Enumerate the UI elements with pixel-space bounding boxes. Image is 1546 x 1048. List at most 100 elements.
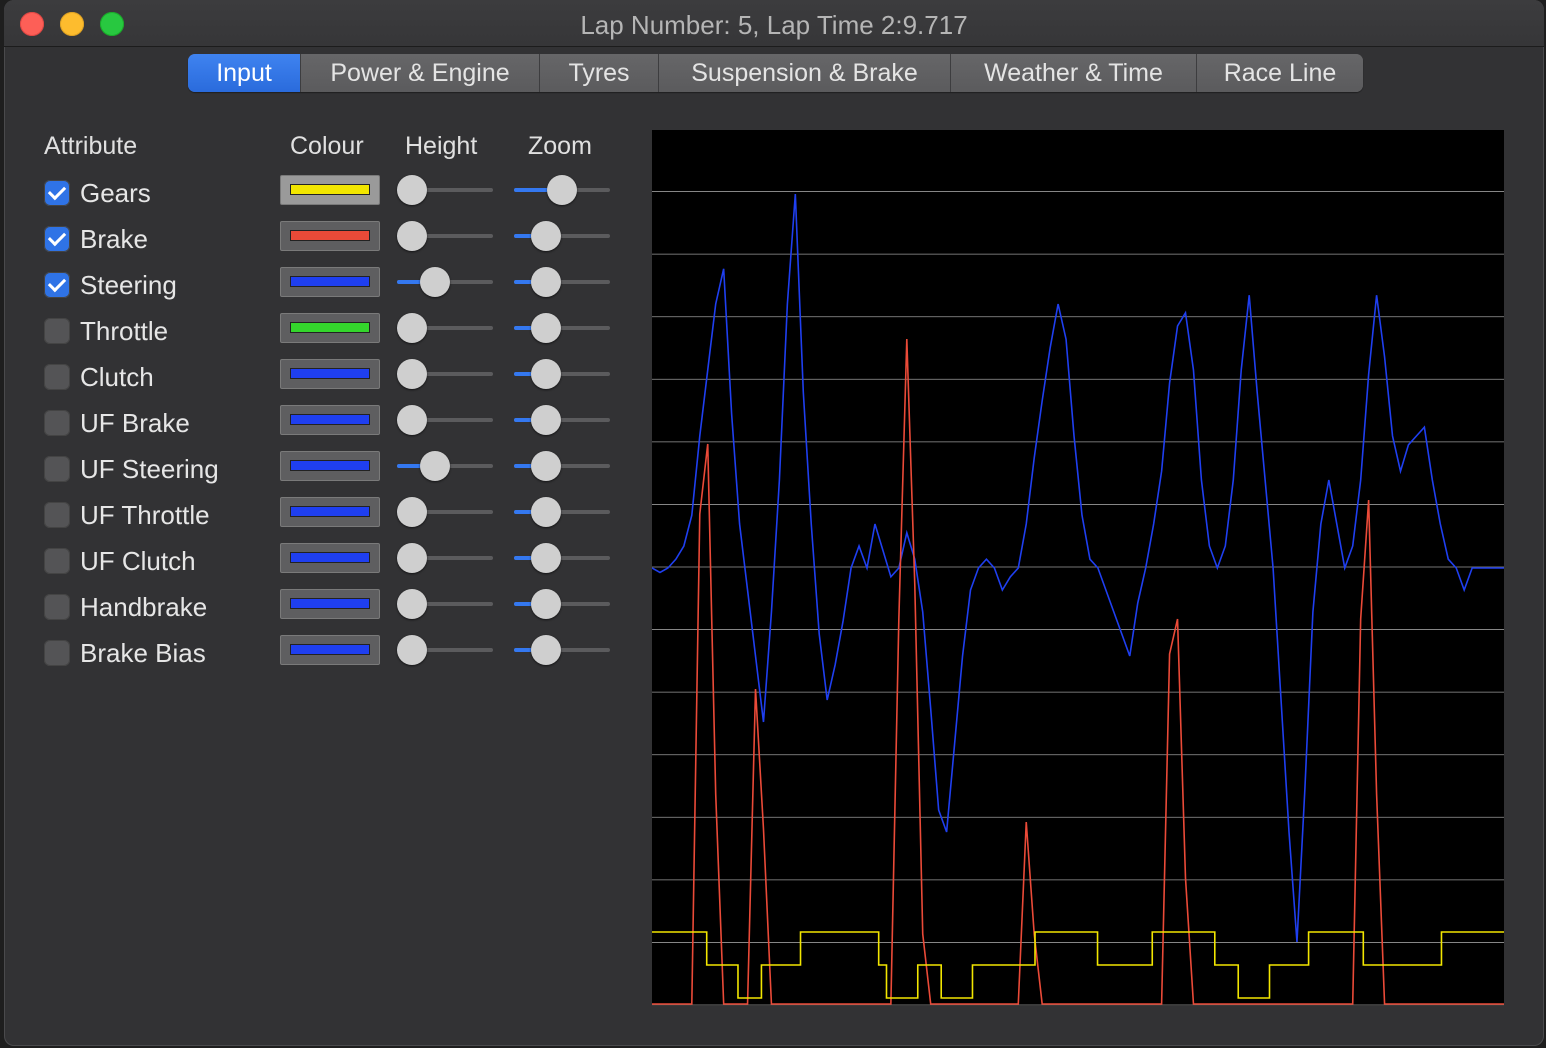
handbrake-checkbox[interactable] bbox=[44, 594, 70, 620]
handbrake-height-slider[interactable] bbox=[397, 588, 493, 619]
tab-bar: Input Power & Engine Tyres Suspension & Bra… bbox=[188, 54, 1363, 92]
brake-zoom-slider[interactable] bbox=[514, 220, 610, 251]
handbrake-colour-well[interactable] bbox=[280, 589, 380, 619]
steering-checkbox[interactable] bbox=[44, 272, 70, 298]
clutch-colour-well[interactable] bbox=[280, 359, 380, 389]
clutch-checkbox[interactable] bbox=[44, 364, 70, 390]
uf-throttle-label: UF Throttle bbox=[80, 500, 210, 530]
steering-zoom-slider[interactable] bbox=[514, 266, 610, 297]
gears-checkbox[interactable] bbox=[44, 180, 70, 206]
tab-tyres[interactable]: Tyres bbox=[540, 54, 659, 92]
attribute-row-brake-bias: Brake Bias bbox=[4, 635, 644, 688]
clutch-height-slider[interactable] bbox=[397, 358, 493, 389]
gears-colour-well[interactable] bbox=[280, 175, 380, 205]
slider-knob[interactable] bbox=[530, 313, 561, 343]
uf-steering-height-slider[interactable] bbox=[397, 450, 493, 481]
slider-knob[interactable] bbox=[530, 635, 561, 665]
uf-throttle-zoom-slider[interactable] bbox=[514, 496, 610, 527]
gears-zoom-slider[interactable] bbox=[514, 174, 610, 205]
throttle-colour-swatch bbox=[290, 322, 370, 333]
slider-knob[interactable] bbox=[547, 175, 577, 205]
slider-knob[interactable] bbox=[397, 175, 427, 205]
clutch-colour-swatch bbox=[290, 368, 370, 379]
uf-brake-checkbox[interactable] bbox=[44, 410, 70, 436]
brake-bias-colour-well[interactable] bbox=[280, 635, 380, 665]
slider-knob[interactable] bbox=[530, 267, 561, 297]
title-bar[interactable]: Lap Number: 5, Lap Time 2:9.717 bbox=[4, 0, 1544, 47]
slider-knob[interactable] bbox=[420, 451, 451, 481]
colour-header: Colour bbox=[290, 132, 364, 160]
slider-knob[interactable] bbox=[397, 497, 427, 527]
slider-knob[interactable] bbox=[397, 313, 427, 343]
brake-bias-zoom-slider[interactable] bbox=[514, 634, 610, 665]
slider-knob[interactable] bbox=[420, 267, 451, 297]
uf-clutch-checkbox[interactable] bbox=[44, 548, 70, 574]
handbrake-zoom-slider[interactable] bbox=[514, 588, 610, 619]
tab-weather-time[interactable]: Weather & Time bbox=[951, 54, 1197, 92]
slider-knob[interactable] bbox=[530, 589, 561, 619]
uf-throttle-height-slider[interactable] bbox=[397, 496, 493, 527]
uf-brake-height-slider[interactable] bbox=[397, 404, 493, 435]
slider-knob[interactable] bbox=[530, 221, 561, 251]
throttle-checkbox[interactable] bbox=[44, 318, 70, 344]
slider-knob[interactable] bbox=[397, 635, 427, 665]
slider-knob[interactable] bbox=[397, 405, 427, 435]
uf-throttle-checkbox[interactable] bbox=[44, 502, 70, 528]
handbrake-label: Handbrake bbox=[80, 592, 208, 622]
slider-knob[interactable] bbox=[397, 359, 427, 389]
uf-steering-colour-well[interactable] bbox=[280, 451, 380, 481]
slider-knob[interactable] bbox=[397, 589, 427, 619]
gears-height-slider[interactable] bbox=[397, 174, 493, 205]
throttle-colour-well[interactable] bbox=[280, 313, 380, 343]
uf-steering-zoom-slider[interactable] bbox=[514, 450, 610, 481]
uf-clutch-label: UF Clutch bbox=[80, 546, 196, 576]
gears-colour-swatch bbox=[290, 184, 370, 195]
slider-knob[interactable] bbox=[530, 405, 561, 435]
throttle-zoom-slider[interactable] bbox=[514, 312, 610, 343]
gears-trace bbox=[652, 931, 1504, 999]
uf-steering-checkbox[interactable] bbox=[44, 456, 70, 482]
slider-knob[interactable] bbox=[530, 359, 561, 389]
uf-clutch-height-slider[interactable] bbox=[397, 542, 493, 573]
slider-knob[interactable] bbox=[530, 497, 561, 527]
uf-brake-colour-well[interactable] bbox=[280, 405, 380, 435]
brake-colour-well[interactable] bbox=[280, 221, 380, 251]
tab-input[interactable]: Input bbox=[188, 54, 301, 92]
clutch-zoom-slider[interactable] bbox=[514, 358, 610, 389]
uf-clutch-zoom-slider[interactable] bbox=[514, 542, 610, 573]
app-window: Lap Number: 5, Lap Time 2:9.717 Input Pow… bbox=[4, 0, 1544, 1046]
steering-height-slider[interactable] bbox=[397, 266, 493, 297]
uf-brake-colour-swatch bbox=[290, 414, 370, 425]
telemetry-plot bbox=[651, 130, 1504, 1006]
tab-suspension-brake[interactable]: Suspension & Brake bbox=[659, 54, 951, 92]
brake-colour-swatch bbox=[290, 230, 370, 241]
uf-steering-colour-swatch bbox=[290, 460, 370, 471]
slider-knob[interactable] bbox=[397, 221, 427, 251]
steering-trace bbox=[651, 193, 1504, 943]
clutch-label: Clutch bbox=[80, 362, 154, 392]
uf-clutch-colour-well[interactable] bbox=[280, 543, 380, 573]
throttle-height-slider[interactable] bbox=[397, 312, 493, 343]
tab-race-line[interactable]: Race Line bbox=[1197, 54, 1363, 92]
slider-knob[interactable] bbox=[530, 543, 561, 573]
brake-checkbox[interactable] bbox=[44, 226, 70, 252]
handbrake-colour-swatch bbox=[290, 598, 370, 609]
uf-throttle-colour-swatch bbox=[290, 506, 370, 517]
slider-knob[interactable] bbox=[397, 543, 427, 573]
steering-colour-well[interactable] bbox=[280, 267, 380, 297]
brake-height-slider[interactable] bbox=[397, 220, 493, 251]
slider-knob[interactable] bbox=[530, 451, 561, 481]
brake-bias-checkbox[interactable] bbox=[44, 640, 70, 666]
uf-brake-zoom-slider[interactable] bbox=[514, 404, 610, 435]
brake-trace bbox=[652, 338, 1504, 1005]
tab-power-engine[interactable]: Power & Engine bbox=[301, 54, 540, 92]
gears-label: Gears bbox=[80, 178, 151, 208]
brake-bias-height-slider[interactable] bbox=[397, 634, 493, 665]
brake-bias-label: Brake Bias bbox=[80, 638, 206, 668]
height-header: Height bbox=[405, 132, 478, 160]
uf-throttle-colour-well[interactable] bbox=[280, 497, 380, 527]
brake-label: Brake bbox=[80, 224, 148, 254]
uf-brake-label: UF Brake bbox=[80, 408, 190, 438]
uf-steering-label: UF Steering bbox=[80, 454, 219, 484]
steering-label: Steering bbox=[80, 270, 177, 300]
